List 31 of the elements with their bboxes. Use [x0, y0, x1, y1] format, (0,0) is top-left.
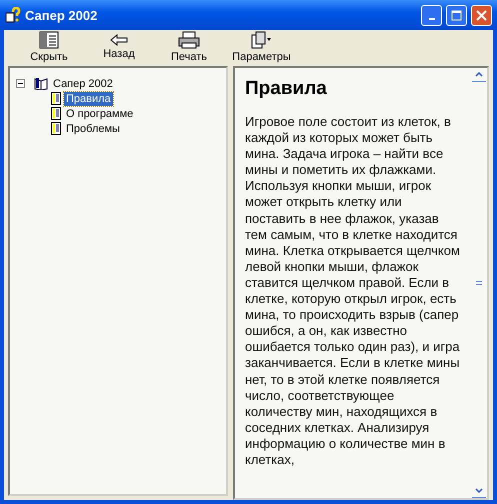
topic-heading: Правила	[245, 78, 328, 100]
scroll-thumb-icon[interactable]	[476, 281, 482, 285]
page-icon	[51, 92, 61, 105]
page-icon	[51, 122, 61, 135]
minimize-button[interactable]	[421, 4, 442, 26]
hide-pane-icon	[39, 31, 59, 49]
toolbar-button[interactable]: Печать	[154, 30, 224, 64]
chevron-down-icon	[475, 488, 483, 493]
back-arrow-icon	[110, 34, 128, 46]
tree-item[interactable]: Сапер 2002	[51, 76, 115, 90]
tree-item[interactable]: Правила	[64, 92, 113, 106]
minimize-icon	[428, 18, 434, 20]
printer-icon	[178, 31, 200, 49]
maximize-button[interactable]	[446, 4, 467, 26]
toolbar-button[interactable]: Параметры	[224, 30, 299, 64]
collapse-toggle[interactable]	[16, 79, 25, 88]
minus-icon	[17, 80, 24, 87]
page-icon	[51, 107, 61, 120]
tree-item[interactable]: О программе	[64, 106, 136, 120]
topic-text: Игровое поле состоит из клеток, в каждой из которых может быть мина. Задача игрока – найти все мины и пометить их флажками. Используя кнопки мыши, игрок может открыть клетку или поставить в нее флажок, указав тем самым, что в клетке находится мина. Клетка открывается щелчком левой кнопки мыши, флажок ставится щелчком правой. Если в клетке, которую открыл игрок, есть мина, то происходить взрыв (сапер ошибся, а он, как известно ошибается только один раз), и игра заканчивается. Если в клетке мины нет, то в этой клетке появляется число, соответствующее количеству мин, находящихся в соседних клетках. Анализируя информацию о количестве мин в клетках,	[245, 114, 461, 468]
close-icon	[476, 10, 487, 20]
close-button[interactable]	[471, 4, 492, 26]
toolbar-button[interactable]: Назад	[84, 30, 154, 64]
options-icon	[250, 31, 272, 49]
chevron-up-icon	[475, 72, 483, 77]
maximize-icon	[451, 10, 462, 20]
help-app-icon	[5, 7, 21, 23]
window-title: Сапер 2002	[25, 8, 98, 22]
book-icon	[34, 77, 48, 90]
tree-item[interactable]: Проблемы	[64, 122, 122, 136]
toolbar-button[interactable]: Скрыть	[14, 30, 84, 64]
